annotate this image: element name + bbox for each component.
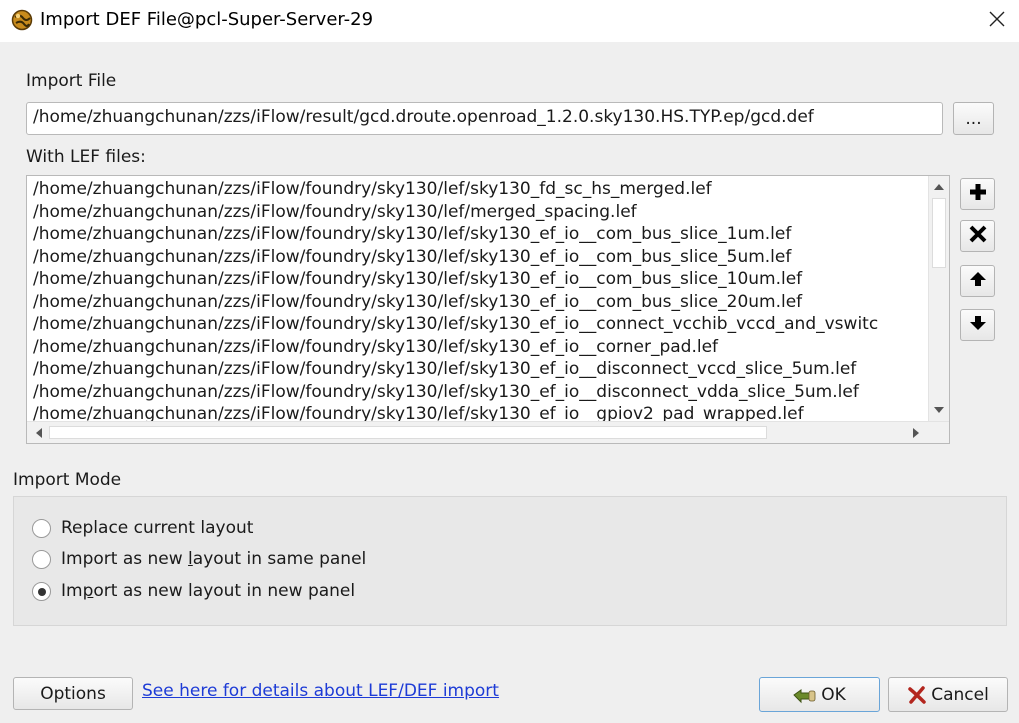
radio-new-layout-same-panel[interactable]: Import as new layout in same panel bbox=[32, 549, 366, 569]
close-button[interactable] bbox=[980, 6, 1014, 36]
list-item[interactable]: /home/zhuangchunan/zzs/iFlow/foundry/sky… bbox=[27, 201, 928, 224]
remove-icon bbox=[969, 225, 987, 248]
list-item[interactable]: /home/zhuangchunan/zzs/iFlow/foundry/sky… bbox=[27, 381, 928, 404]
list-item[interactable]: /home/zhuangchunan/zzs/iFlow/foundry/sky… bbox=[27, 178, 928, 201]
list-item[interactable]: /home/zhuangchunan/zzs/iFlow/foundry/sky… bbox=[27, 313, 928, 336]
list-item[interactable]: /home/zhuangchunan/zzs/iFlow/foundry/sky… bbox=[27, 268, 928, 291]
title-bar: Import DEF File@pcl-Super-Server-29 bbox=[0, 0, 1019, 42]
vertical-scroll-thumb[interactable] bbox=[932, 198, 946, 268]
options-button[interactable]: Options bbox=[13, 677, 133, 710]
radio-label: Import as new layout in same panel bbox=[61, 549, 367, 569]
move-down-icon bbox=[969, 315, 987, 336]
vertical-scrollbar[interactable] bbox=[928, 176, 949, 422]
browse-button[interactable]: ... bbox=[953, 102, 994, 135]
import-mode-group: Replace current layout Import as new lay… bbox=[13, 496, 1007, 626]
scroll-down-arrow-icon[interactable] bbox=[929, 402, 949, 419]
move-down-button[interactable] bbox=[960, 309, 995, 341]
radio-button-selected[interactable] bbox=[32, 581, 51, 601]
lef-def-details-link[interactable]: See here for details about LEF/DEF impor… bbox=[142, 681, 499, 701]
cancel-button[interactable]: Cancel bbox=[888, 677, 1008, 712]
import-file-path-input[interactable]: /home/zhuangchunan/zzs/iFlow/result/gcd.… bbox=[26, 102, 943, 135]
radio-label: Replace current layout bbox=[61, 518, 254, 538]
ok-button[interactable]: OK bbox=[759, 677, 880, 712]
radio-replace-current-layout[interactable]: Replace current layout bbox=[32, 518, 253, 538]
ok-hand-icon bbox=[793, 686, 817, 704]
cancel-x-icon bbox=[907, 685, 927, 705]
radio-button[interactable] bbox=[32, 518, 51, 538]
import-mode-label: Import Mode bbox=[13, 470, 122, 490]
close-icon bbox=[989, 11, 1005, 32]
radio-new-layout-new-panel[interactable]: Import as new layout in new panel bbox=[32, 581, 355, 601]
lef-file-list[interactable]: /home/zhuangchunan/zzs/iFlow/foundry/sky… bbox=[26, 175, 950, 444]
list-item[interactable]: /home/zhuangchunan/zzs/iFlow/foundry/sky… bbox=[27, 246, 928, 269]
list-item[interactable]: /home/zhuangchunan/zzs/iFlow/foundry/sky… bbox=[27, 336, 928, 359]
move-up-button[interactable] bbox=[960, 265, 995, 297]
radio-button[interactable] bbox=[32, 549, 51, 569]
horizontal-scroll-thumb[interactable] bbox=[49, 426, 767, 439]
list-item[interactable]: /home/zhuangchunan/zzs/iFlow/foundry/sky… bbox=[27, 223, 928, 246]
remove-lef-button[interactable] bbox=[960, 220, 995, 252]
scroll-right-arrow-icon[interactable] bbox=[907, 422, 925, 443]
add-lef-button[interactable] bbox=[960, 178, 995, 210]
radio-label: Import as new layout in new panel bbox=[61, 581, 356, 601]
move-up-icon bbox=[969, 271, 987, 292]
lef-files-label: With LEF files: bbox=[26, 147, 146, 167]
cancel-label: Cancel bbox=[931, 684, 989, 705]
app-globe-icon bbox=[11, 9, 33, 31]
list-item[interactable]: /home/zhuangchunan/zzs/iFlow/foundry/sky… bbox=[27, 291, 928, 314]
ok-label: OK bbox=[821, 684, 846, 705]
lef-file-items: /home/zhuangchunan/zzs/iFlow/foundry/sky… bbox=[27, 176, 928, 422]
import-file-label: Import File bbox=[26, 71, 117, 91]
scroll-up-arrow-icon[interactable] bbox=[929, 178, 949, 195]
add-icon bbox=[969, 183, 987, 206]
scroll-left-arrow-icon[interactable] bbox=[29, 422, 47, 443]
horizontal-scrollbar[interactable] bbox=[27, 421, 949, 443]
list-item[interactable]: /home/zhuangchunan/zzs/iFlow/foundry/sky… bbox=[27, 403, 928, 422]
list-item[interactable]: /home/zhuangchunan/zzs/iFlow/foundry/sky… bbox=[27, 358, 928, 381]
window-title: Import DEF File@pcl-Super-Server-29 bbox=[40, 9, 374, 30]
